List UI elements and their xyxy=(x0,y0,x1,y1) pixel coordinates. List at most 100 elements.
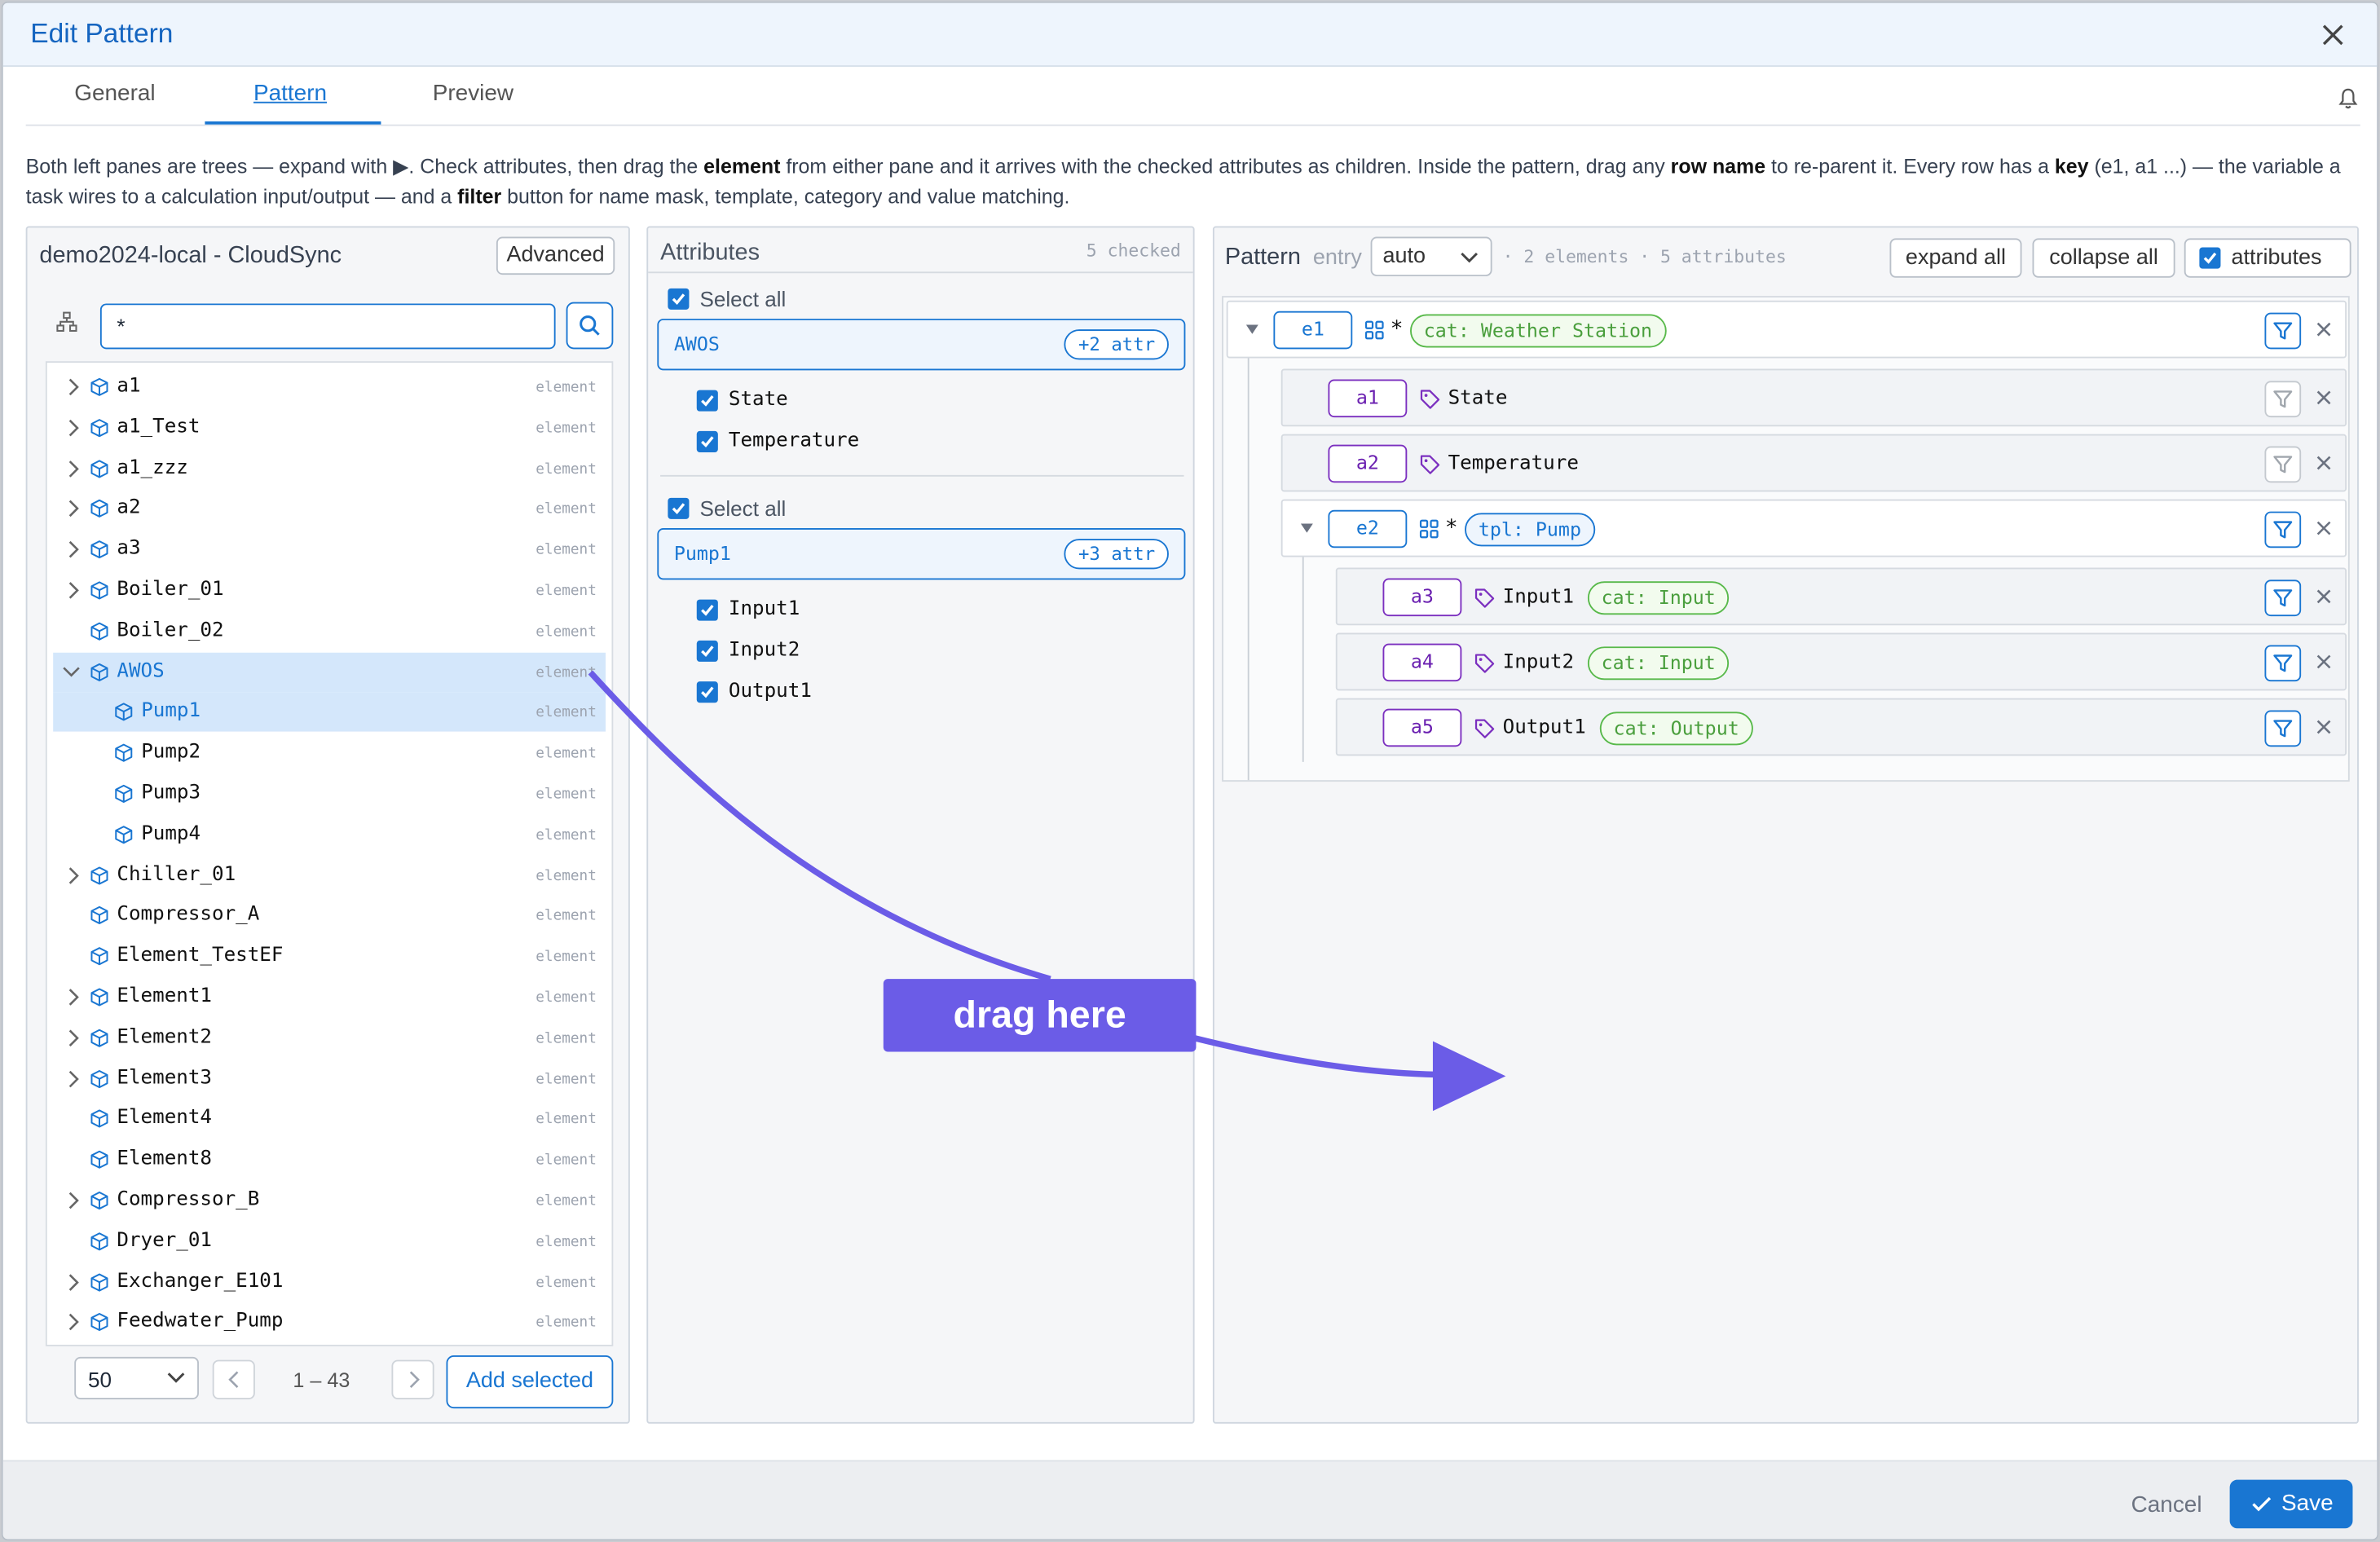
row-key[interactable]: a3 xyxy=(1382,578,1462,617)
add-selected-button[interactable]: Add selected xyxy=(446,1355,614,1409)
collapse-caret[interactable] xyxy=(1300,523,1313,533)
chevron-right-icon[interactable] xyxy=(65,1192,81,1209)
pattern-row[interactable]: e1 * cat: Weather Station xyxy=(1226,300,2347,359)
search-button[interactable] xyxy=(566,302,614,350)
chevron-right-icon[interactable] xyxy=(65,460,81,478)
select-all-checkbox[interactable] xyxy=(668,288,690,310)
tree-item[interactable]: Boiler_01 element xyxy=(53,571,606,610)
chevron-right-icon[interactable] xyxy=(65,419,81,437)
row-name[interactable]: Input1 xyxy=(1503,586,1574,609)
tree-item[interactable]: Pump2 element xyxy=(53,734,606,773)
row-name[interactable]: * xyxy=(1445,516,1458,540)
tree-item[interactable]: Element2 element xyxy=(53,1018,606,1057)
filter-button[interactable] xyxy=(2264,312,2302,350)
tree-item[interactable]: Element3 element xyxy=(53,1059,606,1098)
collapse-caret[interactable] xyxy=(1245,324,1258,334)
filter-button[interactable] xyxy=(2264,710,2302,747)
tree-item[interactable]: Element1 element xyxy=(53,977,606,1016)
expand-all-button[interactable]: expand all xyxy=(1889,238,2022,278)
pattern-row[interactable]: a3 Input1 cat: Input xyxy=(1335,567,2347,626)
tree-item[interactable]: a1_zzz element xyxy=(53,448,606,487)
search-input[interactable]: * xyxy=(99,303,556,350)
pattern-row[interactable]: a4 Input2 cat: Input xyxy=(1335,632,2347,691)
filter-button[interactable] xyxy=(2264,446,2302,483)
tab-preview[interactable]: Preview xyxy=(433,81,513,107)
attribute-checkbox[interactable] xyxy=(696,599,718,621)
remove-row-icon[interactable] xyxy=(2315,454,2333,472)
row-key[interactable]: e2 xyxy=(1328,509,1408,549)
attribute-group-header[interactable]: AWOS +2 attr xyxy=(657,319,1186,371)
tab-general[interactable]: General xyxy=(74,81,155,107)
attributes-toggle[interactable]: attributes xyxy=(2184,238,2351,278)
page-size-select[interactable]: 50 xyxy=(74,1356,199,1399)
tree-item[interactable]: a1 element xyxy=(53,368,606,407)
tree-item[interactable]: a1_Test element xyxy=(53,408,606,447)
tree-item[interactable]: Boiler_02 element xyxy=(53,611,606,650)
tree-item[interactable]: Element_TestEF element xyxy=(53,936,606,976)
tree-item[interactable]: Compressor_A element xyxy=(53,896,606,935)
collapse-all-button[interactable]: collapse all xyxy=(2032,238,2175,278)
remove-row-icon[interactable] xyxy=(2315,588,2333,606)
prev-page-button[interactable] xyxy=(212,1359,255,1399)
chevron-right-icon[interactable] xyxy=(65,866,81,884)
chevron-right-icon[interactable] xyxy=(65,1069,81,1087)
bell-icon[interactable] xyxy=(2336,86,2360,111)
tree-item[interactable]: Element8 element xyxy=(53,1140,606,1179)
close-icon[interactable] xyxy=(2320,21,2347,49)
filter-button[interactable] xyxy=(2264,511,2302,549)
chevron-right-icon[interactable] xyxy=(65,988,81,1006)
attribute-group-header[interactable]: Pump1 +3 attr xyxy=(657,528,1186,580)
tree-item[interactable]: Pump1 element xyxy=(53,692,606,733)
filter-button[interactable] xyxy=(2264,381,2302,418)
row-key[interactable]: a5 xyxy=(1382,708,1462,747)
cancel-button[interactable]: Cancel xyxy=(2131,1492,2202,1518)
remove-row-icon[interactable] xyxy=(2315,653,2333,671)
attribute-checkbox[interactable] xyxy=(696,681,718,703)
chevron-right-icon[interactable] xyxy=(65,581,81,599)
attribute-checkbox[interactable] xyxy=(696,640,718,662)
next-page-button[interactable] xyxy=(391,1359,434,1399)
pattern-row[interactable]: e2 * tpl: Pump xyxy=(1280,499,2347,557)
tree-item[interactable]: a2 element xyxy=(53,489,606,528)
chevron-right-icon[interactable] xyxy=(65,1273,81,1291)
tree-item[interactable]: Chiller_01 element xyxy=(53,856,606,895)
remove-row-icon[interactable] xyxy=(2315,320,2333,338)
hierarchy-icon[interactable] xyxy=(56,311,77,333)
attribute-checkbox[interactable] xyxy=(696,430,718,452)
pattern-row[interactable]: a2 Temperature xyxy=(1280,434,2347,492)
tree-item[interactable]: AWOS element xyxy=(53,652,606,692)
attributes-checkbox[interactable] xyxy=(2199,247,2221,269)
attribute-checkbox[interactable] xyxy=(696,390,718,412)
row-key[interactable]: e1 xyxy=(1273,311,1353,350)
save-button[interactable]: Save xyxy=(2229,1479,2353,1529)
entry-select[interactable]: auto xyxy=(1370,236,1492,276)
advanced-button[interactable]: Advanced xyxy=(496,236,615,275)
tab-pattern[interactable]: Pattern xyxy=(253,81,327,107)
tree-item[interactable]: Pump4 element xyxy=(53,815,606,854)
tree-item[interactable]: Exchanger_E101 element xyxy=(53,1262,606,1302)
row-name[interactable]: * xyxy=(1391,317,1404,341)
chevron-right-icon[interactable] xyxy=(65,1029,81,1046)
row-name[interactable]: State xyxy=(1448,387,1508,410)
row-key[interactable]: a4 xyxy=(1382,643,1462,682)
tree-item[interactable]: Element4 element xyxy=(53,1099,606,1139)
row-name[interactable]: Output1 xyxy=(1503,716,1586,739)
row-name[interactable]: Input2 xyxy=(1503,651,1574,674)
row-name[interactable]: Temperature xyxy=(1448,452,1579,475)
remove-row-icon[interactable] xyxy=(2315,718,2333,736)
chevron-right-icon[interactable] xyxy=(65,500,81,518)
row-key[interactable]: a1 xyxy=(1328,379,1408,418)
tree-item[interactable]: Feedwater_Pump element xyxy=(53,1303,606,1342)
pattern-row[interactable]: a5 Output1 cat: Output xyxy=(1335,698,2347,756)
tree-item[interactable]: Pump3 element xyxy=(53,774,606,813)
chevron-right-icon[interactable] xyxy=(65,540,81,558)
chevron-down-icon[interactable] xyxy=(62,664,80,680)
filter-button[interactable] xyxy=(2264,645,2302,682)
remove-row-icon[interactable] xyxy=(2315,389,2333,407)
tree-item[interactable]: Compressor_B element xyxy=(53,1181,606,1220)
chevron-right-icon[interactable] xyxy=(65,1314,81,1332)
remove-row-icon[interactable] xyxy=(2315,519,2333,537)
filter-button[interactable] xyxy=(2264,579,2302,617)
row-key[interactable]: a2 xyxy=(1328,444,1408,483)
tree-item[interactable]: Dryer_01 element xyxy=(53,1222,606,1261)
